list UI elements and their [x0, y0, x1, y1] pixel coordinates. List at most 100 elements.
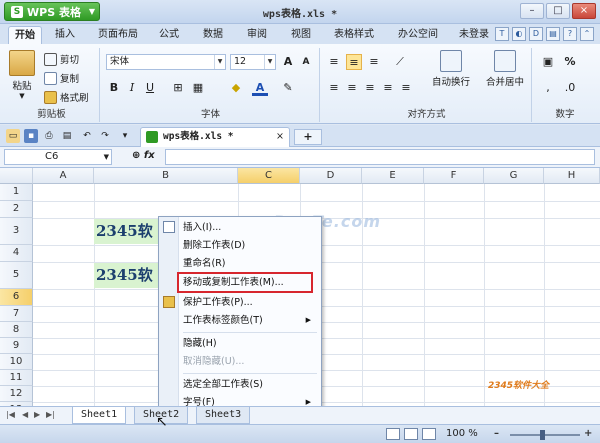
tab-office-space[interactable]: 办公空间 [392, 26, 444, 44]
minimize-button[interactable]: – [520, 3, 544, 19]
cell-b3[interactable]: 2345软 [94, 219, 160, 244]
row-header[interactable]: 4 [0, 245, 33, 262]
row-header[interactable]: 5 [0, 262, 33, 289]
italic-button[interactable]: I [124, 80, 140, 96]
maximize-button[interactable]: □ [546, 3, 570, 19]
new-tab-button[interactable]: + [294, 129, 322, 145]
underline-button[interactable]: U [142, 80, 158, 96]
zoom-out-button[interactable]: – [494, 428, 499, 439]
menu-item-move-copy[interactable]: 移动或复制工作表(M)... [177, 272, 313, 293]
column-header[interactable]: C [238, 168, 300, 184]
sheet-tab[interactable]: Sheet1 [72, 407, 127, 424]
align-center-icon[interactable]: ≡ [344, 80, 360, 96]
shirt-icon[interactable]: T [495, 27, 509, 41]
cut-button[interactable]: 剪切 [44, 52, 79, 66]
row-header[interactable]: 9 [0, 338, 33, 354]
next-sheet-icon[interactable]: ▶ [34, 410, 40, 419]
row-header[interactable]: 6 [0, 289, 33, 306]
fill-color-icon[interactable]: ◆ [228, 80, 244, 96]
column-header[interactable]: G [484, 168, 544, 184]
currency-icon[interactable]: ▣ [540, 54, 556, 70]
row-header[interactable]: 7 [0, 306, 33, 322]
zoom-slider-knob[interactable] [540, 430, 545, 440]
format-painter-button[interactable]: 格式刷 [44, 90, 89, 104]
redo-icon[interactable]: ↷ [98, 129, 112, 143]
print-icon[interactable]: ⎙ [42, 129, 56, 143]
menu-item-select-all-sheets[interactable]: 选定全部工作表(S) [183, 376, 317, 393]
tab-home[interactable]: 开始 [8, 26, 42, 44]
bold-button[interactable]: B [106, 80, 122, 96]
menu-item-tab-color[interactable]: 工作表标签颜色(T) ▶ [183, 312, 317, 329]
cell-style-icon[interactable]: ▦ [190, 80, 206, 96]
page-layout-view-icon[interactable] [404, 428, 418, 440]
prev-sheet-icon[interactable]: ◀ [22, 410, 28, 419]
document-tab[interactable]: wps表格.xls * × [140, 127, 290, 147]
last-sheet-icon[interactable]: ▶| [46, 410, 55, 419]
row-header[interactable]: 3 [0, 218, 33, 245]
collapse-icon[interactable]: ⌃ [580, 27, 594, 41]
merge-center-button[interactable]: 合并居中 [480, 50, 530, 88]
login-link[interactable]: 未登录 [454, 26, 494, 44]
decimal-icon[interactable]: .0 [562, 80, 578, 96]
row-header[interactable]: 8 [0, 322, 33, 338]
user-icon[interactable]: ◐ [512, 27, 526, 41]
thousands-icon[interactable]: , [540, 80, 556, 96]
name-box[interactable]: C6 ▼ [4, 149, 112, 165]
copy-button[interactable]: 复制 [44, 71, 79, 85]
print-preview-icon[interactable]: ▤ [60, 129, 74, 143]
row-header[interactable]: 2 [0, 201, 33, 218]
align-bottom-icon[interactable]: ≡ [366, 54, 382, 70]
normal-view-icon[interactable] [386, 428, 400, 440]
menu-item-protect-sheet[interactable]: 保护工作表(P)... [183, 294, 317, 311]
cell-b5[interactable]: 2345软 [94, 263, 160, 288]
align-top-icon[interactable]: ≡ [326, 54, 342, 70]
tab-review[interactable]: 审阅 [242, 26, 272, 44]
wrap-text-button[interactable]: 自动换行 [426, 50, 476, 88]
save-icon[interactable]: ▪ [24, 129, 38, 143]
column-header[interactable]: B [94, 168, 238, 184]
page-break-view-icon[interactable] [422, 428, 436, 440]
row-header[interactable]: 1 [0, 184, 33, 201]
align-right-icon[interactable]: ≡ [362, 80, 378, 96]
font-size-select[interactable]: 12 ▼ [230, 54, 276, 70]
doc-icon[interactable]: D [529, 27, 543, 41]
column-header[interactable]: H [544, 168, 600, 184]
help-icon[interactable]: ? [563, 27, 577, 41]
justify-icon[interactable]: ≡ [380, 80, 396, 96]
align-left-icon[interactable]: ≡ [326, 80, 342, 96]
percent-button[interactable]: % [562, 54, 578, 70]
column-header[interactable]: A [33, 168, 94, 184]
open-icon[interactable]: ▭ [6, 129, 20, 143]
first-sheet-icon[interactable]: |◀ [6, 410, 15, 419]
row-header[interactable]: 10 [0, 354, 33, 370]
close-window-button[interactable]: × [572, 3, 596, 19]
border-icon[interactable]: ⊞ [170, 80, 186, 96]
column-header[interactable]: E [362, 168, 424, 184]
orientation-icon[interactable]: ⟋ [392, 54, 408, 70]
shrink-font-icon[interactable]: A [298, 54, 314, 70]
sheet-tab[interactable]: Sheet3 [196, 407, 251, 424]
row-header[interactable]: 11 [0, 370, 33, 386]
distribute-icon[interactable]: ≡ [398, 80, 414, 96]
column-header[interactable]: F [424, 168, 484, 184]
tab-page-layout[interactable]: 页面布局 [92, 26, 144, 44]
row-header[interactable]: 12 [0, 386, 33, 402]
clear-format-icon[interactable]: ✎ [280, 80, 296, 96]
grow-font-icon[interactable]: A [280, 54, 296, 70]
font-name-select[interactable]: 宋体 ▼ [106, 54, 226, 70]
notes-icon[interactable]: ▤ [546, 27, 560, 41]
tab-table-style[interactable]: 表格样式 [328, 26, 380, 44]
fx-icon[interactable]: fx [144, 150, 155, 161]
menu-item-delete-sheet[interactable]: 删除工作表(D) [183, 237, 317, 254]
zoom-slider[interactable] [510, 430, 580, 440]
paste-button[interactable]: 粘贴 ▼ [8, 50, 36, 100]
font-color-icon[interactable]: A [252, 80, 268, 96]
align-middle-icon[interactable]: ≡ [346, 54, 362, 70]
column-header[interactable]: D [300, 168, 362, 184]
tab-insert[interactable]: 插入 [50, 26, 80, 44]
formula-input[interactable] [165, 149, 595, 165]
tab-view[interactable]: 视图 [286, 26, 316, 44]
quick-access-dropdown-icon[interactable]: ▾ [118, 129, 132, 143]
menu-item-insert[interactable]: 插入(I)... [183, 219, 317, 236]
close-tab-button[interactable]: × [276, 128, 284, 146]
